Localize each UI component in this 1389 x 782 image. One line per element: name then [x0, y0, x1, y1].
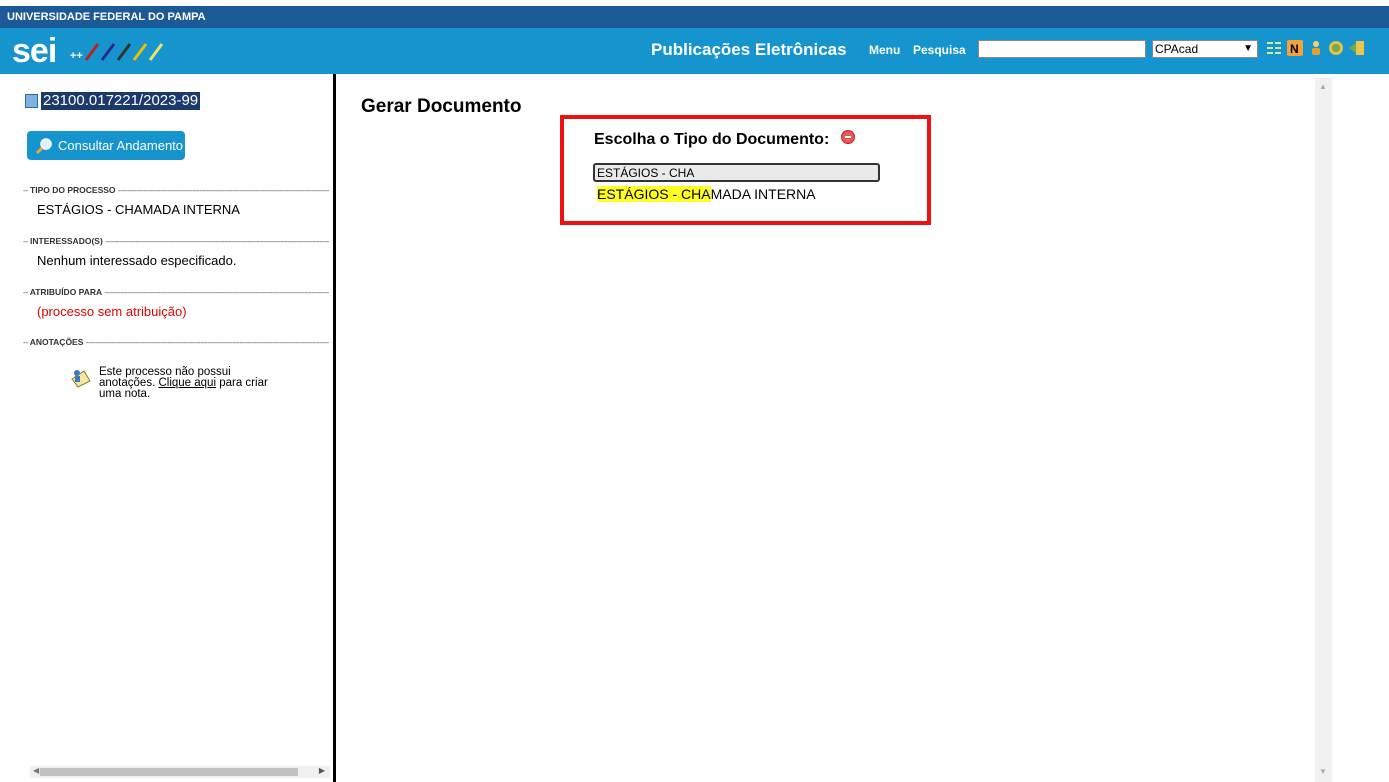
logo-text: sei [12, 32, 57, 70]
search-link[interactable]: Pesquisa [913, 43, 966, 57]
suggestion-rest: MADA INTERNA [710, 186, 816, 202]
vertical-scrollbar[interactable]: ▲ ▼ [1315, 78, 1332, 782]
scroll-left-icon[interactable]: ◀ [33, 766, 39, 775]
panel-splitter[interactable] [333, 74, 336, 782]
notification-n-icon[interactable]: N [1287, 40, 1303, 56]
user-icon[interactable] [1308, 40, 1324, 56]
document-type-input[interactable] [593, 163, 880, 182]
sei-logo[interactable]: sei ++ [12, 32, 164, 70]
interested-value: Nenhum interessado especificado. [37, 253, 237, 268]
exit-icon[interactable] [1349, 40, 1365, 56]
section-heading-interested: -- INTERESSADO(S) ----------------------… [23, 236, 329, 246]
suggestion-match: ESTÁGIOS - CHA [597, 186, 711, 202]
list-icon[interactable] [1266, 40, 1282, 56]
section-heading-annotations: -- ANOTAÇÕES ---------------------------… [23, 337, 329, 347]
process-type-value: ESTÁGIOS - CHAMADA INTERNA [37, 202, 240, 217]
consult-progress-button[interactable]: Consultar Andamento [27, 131, 185, 160]
process-tree-panel: 23100.017221/2023-99 Consultar Andamento… [0, 74, 333, 782]
process-folder-icon [25, 94, 38, 108]
search-input[interactable] [978, 40, 1146, 58]
page-title: Gerar Documento [361, 96, 522, 117]
annotation-note-icon [71, 370, 91, 388]
document-type-suggestion[interactable]: ESTÁGIOS - CHAMADA INTERNA [597, 186, 816, 202]
scroll-up-icon[interactable]: ▲ [1319, 82, 1327, 91]
logo-suffix: ++ [70, 50, 83, 62]
create-note-link[interactable]: Clique aqui [158, 377, 216, 389]
menu-link[interactable]: Menu [869, 43, 900, 57]
consult-progress-label: Consultar Andamento [58, 138, 184, 153]
magnifier-icon [36, 138, 52, 154]
section-heading-process-type: -- TIPO DO PROCESSO --------------------… [23, 185, 329, 195]
university-bar: UNIVERSIDADE FEDERAL DO PAMPA [0, 6, 1389, 28]
scroll-right-icon[interactable]: ▶ [319, 766, 325, 775]
process-number[interactable]: 23100.017221/2023-99 [41, 92, 201, 110]
pens-icon [84, 43, 164, 61]
assigned-value: (processo sem atribuição) [37, 304, 187, 319]
header-bar: sei ++ Publicações Eletrônicas Menu Pesq… [0, 28, 1389, 74]
unit-select[interactable]: CPAcad ▼ [1152, 40, 1258, 58]
horizontal-scrollbar[interactable]: ◀ ▶ [30, 766, 330, 778]
svg-text:N: N [1290, 42, 1299, 56]
choose-document-type-label: Escolha o Tipo do Documento: [594, 131, 830, 148]
horizontal-scroll-thumb[interactable] [40, 768, 298, 776]
chevron-down-icon: ▼ [1243, 43, 1253, 54]
unit-select-value: CPAcad [1155, 42, 1199, 56]
scroll-down-icon[interactable]: ▼ [1319, 767, 1327, 776]
remove-icon[interactable] [841, 130, 855, 144]
app-title[interactable]: Publicações Eletrônicas [651, 40, 847, 60]
settings-icon[interactable] [1328, 40, 1344, 56]
annotation-note-text: Este processo não possui anotações. Cliq… [99, 366, 268, 400]
section-heading-assigned: -- ATRIBUÍDO PARA ----------------------… [23, 287, 329, 297]
